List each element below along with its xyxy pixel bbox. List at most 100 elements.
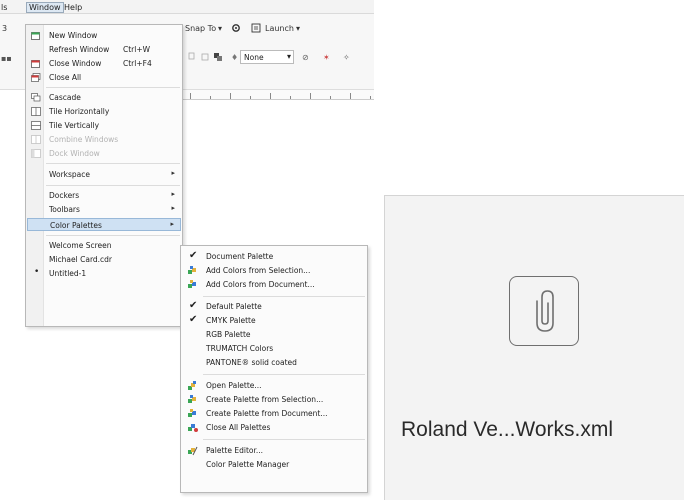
submenu-arrow-icon: ▸ xyxy=(170,220,174,228)
menu-item-label: Add Colors from Document... xyxy=(206,280,315,289)
menu-item-label: Color Palette Manager xyxy=(206,460,290,469)
add-colors-document-icon xyxy=(188,280,196,288)
menu-item-label: PANTONE® solid coated xyxy=(206,358,297,367)
chevron-down-icon[interactable]: ▾ xyxy=(296,24,300,33)
palette-editor-icon xyxy=(188,446,198,456)
menu-item-open-palette[interactable]: Open Palette... xyxy=(182,379,366,393)
menu-item-label: Dockers xyxy=(49,191,80,200)
close-all-icon xyxy=(31,73,41,82)
menu-item-cascade[interactable]: Cascade xyxy=(27,91,181,104)
menu-item-label: Refresh Window xyxy=(49,45,110,54)
menu-item-add-colors-document[interactable]: Add Colors from Document... xyxy=(182,278,366,292)
cascade-icon xyxy=(31,93,41,102)
menu-item-workspace[interactable]: Workspace ▸ xyxy=(27,168,181,181)
menu-item-document-palette[interactable]: ✔ Document Palette xyxy=(182,250,366,264)
menu-separator xyxy=(203,374,365,375)
menu-item-label: Close Window xyxy=(49,59,102,68)
menu-partial-item[interactable]: ls xyxy=(1,3,7,12)
menu-item-toolbars[interactable]: Toolbars ▸ xyxy=(27,203,181,216)
add-colors-selection-icon xyxy=(188,266,196,274)
menu-item-new-window[interactable]: New Window xyxy=(27,29,181,42)
menu-item-document-untitled[interactable]: • Untitled-1 xyxy=(27,267,181,280)
copy-icon[interactable] xyxy=(188,52,198,62)
menu-item-label: Open Palette... xyxy=(206,381,262,390)
menu-separator xyxy=(46,87,180,88)
menu-item-color-palettes[interactable]: Color Palettes ▸ xyxy=(27,218,181,231)
menu-item-dockers[interactable]: Dockers ▸ xyxy=(27,189,181,202)
menu-item-cmyk-palette[interactable]: ✔ CMYK Palette xyxy=(182,314,366,328)
new-window-icon xyxy=(31,32,40,40)
close-all-palettes-icon xyxy=(188,424,198,432)
snap-to-button[interactable]: Snap To xyxy=(185,24,216,33)
active-bullet-icon: • xyxy=(34,267,40,277)
menu-item-create-palette-selection[interactable]: Create Palette from Selection... xyxy=(182,393,366,407)
menu-item-label: Untitled-1 xyxy=(49,269,87,278)
attachment-file-name: Roland Ve...Works.xml xyxy=(401,418,614,441)
menu-separator xyxy=(203,439,365,440)
menu-item-label: Workspace xyxy=(49,170,90,179)
menu-item-create-palette-document[interactable]: Create Palette from Document... xyxy=(182,407,366,421)
checkmark-icon: ✔ xyxy=(189,300,198,311)
tool-icon[interactable]: ▪▪ xyxy=(1,54,12,63)
close-window-icon xyxy=(31,60,40,68)
weld-icon[interactable]: ✶ xyxy=(323,53,330,62)
chevron-down-icon[interactable]: ▾ xyxy=(218,24,222,33)
menu-item-tile-vertically[interactable]: Tile Vertically xyxy=(27,119,181,132)
attachment-icon-frame xyxy=(509,276,579,346)
menu-item-dock-window[interactable]: Dock Window xyxy=(27,147,181,160)
menu-item-label: Add Colors from Selection... xyxy=(206,266,311,275)
create-palette-selection-icon xyxy=(188,395,196,403)
submenu-arrow-icon: ▸ xyxy=(171,190,175,198)
launch-button[interactable]: Launch xyxy=(265,24,294,33)
create-palette-document-icon xyxy=(188,409,196,417)
menu-item-combine-windows[interactable]: Combine Windows xyxy=(27,133,181,146)
arrange-icon[interactable] xyxy=(213,52,223,62)
menu-item-pantone-solid-coated[interactable]: PANTONE® solid coated xyxy=(182,356,366,370)
menu-item-trumatch-colors[interactable]: TRUMATCH Colors xyxy=(182,342,366,356)
attachment-card[interactable]: Roland Ve...Works.xml xyxy=(384,195,684,500)
menu-item-rgb-palette[interactable]: RGB Palette xyxy=(182,328,366,342)
checkmark-icon: ✔ xyxy=(189,250,198,261)
trim-icon[interactable]: ✧ xyxy=(343,53,350,62)
menu-item-label: Close All Palettes xyxy=(206,423,271,432)
menu-item-default-palette[interactable]: ✔ Default Palette xyxy=(182,300,366,314)
menu-item-close-window[interactable]: Close Window Ctrl+F4 xyxy=(27,57,181,70)
menu-item-add-colors-selection[interactable]: Add Colors from Selection... xyxy=(182,264,366,278)
launch-icon[interactable] xyxy=(251,23,261,33)
menu-item-label: Create Palette from Document... xyxy=(206,409,328,418)
outline-width-select[interactable]: None ▾ xyxy=(240,50,294,64)
menu-window[interactable]: Window xyxy=(26,2,64,13)
menu-item-label: Color Palettes xyxy=(50,221,102,230)
paste-icon[interactable] xyxy=(200,52,210,62)
menu-item-label: Close All xyxy=(49,73,82,82)
menu-item-label: Combine Windows xyxy=(49,135,119,144)
paperclip-icon xyxy=(536,290,554,332)
menu-item-close-all[interactable]: Close All xyxy=(27,71,181,84)
chevron-down-icon: ▾ xyxy=(286,52,291,61)
tile-horizontal-icon xyxy=(31,107,41,116)
toolbar-digit: 3 xyxy=(2,24,8,33)
menu-item-document-michael-card[interactable]: Michael Card.cdr xyxy=(27,253,181,266)
menu-item-label: Palette Editor... xyxy=(206,446,264,455)
menu-help[interactable]: Help xyxy=(64,3,82,12)
menu-item-welcome-screen[interactable]: Welcome Screen xyxy=(27,239,181,252)
checkmark-icon: ✔ xyxy=(189,314,198,325)
menu-item-palette-editor[interactable]: Palette Editor... xyxy=(182,444,366,458)
menu-separator xyxy=(203,296,365,297)
submenu-arrow-icon: ▸ xyxy=(171,169,175,177)
menu-item-label: Create Palette from Selection... xyxy=(206,395,324,404)
menu-item-shortcut: Ctrl+F4 xyxy=(123,59,152,68)
zoom-icon[interactable]: ⊘ xyxy=(302,53,309,62)
menu-item-close-all-palettes[interactable]: Close All Palettes xyxy=(182,421,366,435)
window-menu: New Window Refresh Window Ctrl+W Close W… xyxy=(25,24,183,327)
menu-item-tile-horizontally[interactable]: Tile Horizontally xyxy=(27,105,181,118)
menu-item-label: Default Palette xyxy=(206,302,262,311)
outline-icon[interactable]: ♦ xyxy=(231,53,238,62)
menu-item-label: Tile Horizontally xyxy=(49,107,110,116)
tile-vertical-icon xyxy=(31,121,41,130)
menu-item-color-palette-manager[interactable]: Color Palette Manager xyxy=(182,458,366,472)
menu-item-label: Dock Window xyxy=(49,149,100,158)
menu-item-label: New Window xyxy=(49,31,98,40)
menu-item-refresh-window[interactable]: Refresh Window Ctrl+W xyxy=(27,43,181,56)
gear-icon[interactable] xyxy=(231,23,241,33)
